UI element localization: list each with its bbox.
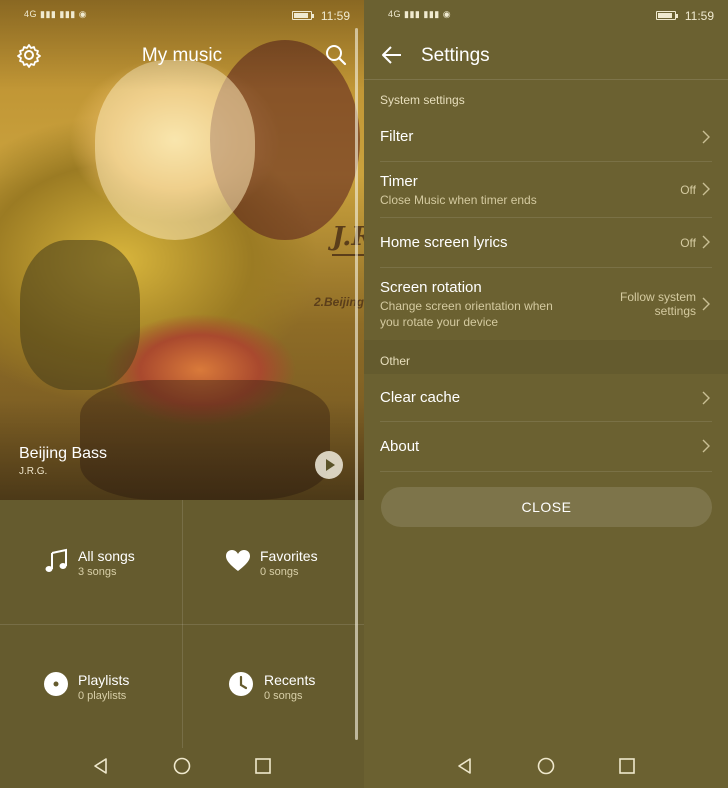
now-playing-title[interactable]: Beijing Bass <box>19 445 107 463</box>
my-music-screen: J.R 2.Beijing 4G ▮▮▮ ▮▮▮ ◉ 11:59 My musi… <box>0 0 364 788</box>
chevron-right-icon <box>702 391 710 405</box>
clock: 11:59 <box>320 9 350 23</box>
chevron-right-icon <box>702 297 710 311</box>
battery-icon <box>292 11 314 20</box>
filter-label: Filter <box>380 128 414 145</box>
music-note-icon <box>45 548 67 572</box>
recents-count: 0 songs <box>264 690 303 702</box>
timer-description: Close Music when timer ends <box>380 193 537 207</box>
album-art-underline <box>332 254 364 256</box>
settings-row-clear-cache[interactable]: Clear cache <box>364 374 728 422</box>
about-label: About <box>380 438 420 455</box>
settings-row-timer[interactable]: Timer Close Music when timer ends Off <box>364 162 728 218</box>
favorites-tile[interactable]: Favorites 0 songs <box>182 500 364 624</box>
play-button[interactable] <box>315 451 343 479</box>
signal-icon: 4G ▮▮▮ ▮▮▮ ◉ <box>24 9 88 19</box>
playlists-count: 0 playlists <box>78 690 127 702</box>
home-circle-icon[interactable] <box>172 756 192 776</box>
search-icon[interactable] <box>322 41 350 69</box>
battery-icon <box>656 11 678 20</box>
recents-label: Recents <box>264 672 316 688</box>
heart-icon <box>226 550 250 571</box>
screen-rotation-description-line2: you rotate your device <box>380 315 499 329</box>
all-songs-label: All songs <box>78 548 135 564</box>
screen-rotation-description-line1: Change screen orientation when <box>380 299 553 313</box>
page-title: My music <box>141 45 223 66</box>
settings-row-screen-rotation[interactable]: Screen rotation Change screen orientatio… <box>364 268 728 340</box>
settings-row-home-screen-lyrics[interactable]: Home screen lyrics Off <box>364 218 728 268</box>
nav-bar <box>0 746 364 788</box>
scrollbar[interactable] <box>355 28 358 740</box>
settings-header: Settings <box>364 30 728 80</box>
screen-rotation-value-line2: settings <box>654 304 696 318</box>
recents-square-icon[interactable] <box>617 756 637 776</box>
screen-rotation-value-line1: Follow system <box>619 290 696 304</box>
recents-square-icon[interactable] <box>253 756 273 776</box>
back-triangle-icon[interactable] <box>455 756 475 776</box>
timer-value: Off <box>680 183 696 197</box>
clock-icon <box>229 672 253 696</box>
signal-icon: 4G ▮▮▮ ▮▮▮ ◉ <box>388 9 452 19</box>
recents-tile[interactable]: Recents 0 songs <box>182 624 364 748</box>
settings-row-filter[interactable]: Filter <box>364 112 728 162</box>
chevron-right-icon <box>702 182 710 196</box>
section-other: Other <box>380 354 411 368</box>
playlists-label: Playlists <box>78 672 130 688</box>
clock: 11:59 <box>684 9 714 23</box>
nav-bar <box>364 746 728 788</box>
network-type: 4G <box>388 9 402 19</box>
home-circle-icon[interactable] <box>536 756 556 776</box>
home-screen-lyrics-value: Off <box>680 236 696 250</box>
section-system-settings: System settings <box>380 93 465 107</box>
album-art[interactable]: J.R 2.Beijing <box>0 0 364 500</box>
settings-screen: 4G ▮▮▮ ▮▮▮ ◉ 11:59 Settings System setti… <box>364 0 728 788</box>
chevron-right-icon <box>702 235 710 249</box>
page-title: Settings <box>421 45 490 66</box>
favorites-label: Favorites <box>260 548 318 564</box>
close-button[interactable]: CLOSE <box>381 487 712 527</box>
status-bar: 4G ▮▮▮ ▮▮▮ ◉ 11:59 <box>0 0 364 30</box>
network-type: 4G <box>24 9 38 19</box>
album-art-shadow <box>20 240 140 390</box>
status-bar: 4G ▮▮▮ ▮▮▮ ◉ 11:59 <box>364 0 728 30</box>
back-triangle-icon[interactable] <box>91 756 111 776</box>
timer-label: Timer <box>380 173 418 190</box>
album-art-logo-text: J.R <box>332 222 364 252</box>
all-songs-count: 3 songs <box>78 566 117 578</box>
all-songs-tile[interactable]: All songs 3 songs <box>0 500 182 624</box>
home-screen-lyrics-label: Home screen lyrics <box>380 234 508 251</box>
playlist-disc-icon <box>44 672 68 696</box>
playlists-tile[interactable]: Playlists 0 playlists <box>0 624 182 748</box>
screen-rotation-label: Screen rotation <box>380 279 482 296</box>
section-band <box>364 340 728 374</box>
favorites-count: 0 songs <box>260 566 299 578</box>
back-arrow-icon[interactable] <box>380 43 404 67</box>
chevron-right-icon <box>702 130 710 144</box>
clear-cache-label: Clear cache <box>380 389 461 406</box>
now-playing-artist: J.R.G. <box>19 466 48 477</box>
row-divider <box>380 471 712 472</box>
chevron-right-icon <box>702 439 710 453</box>
settings-row-about[interactable]: About <box>364 422 728 472</box>
